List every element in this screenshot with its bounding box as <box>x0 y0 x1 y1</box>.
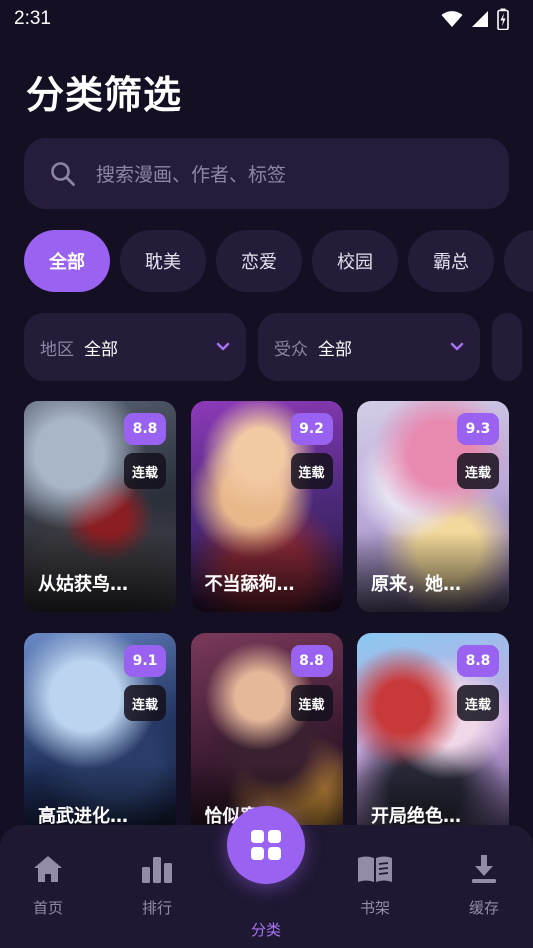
battery-charging-icon <box>497 8 509 30</box>
comic-title: 原来，她… <box>371 574 461 595</box>
audience-filter-dropdown[interactable]: 受众 全部 <box>258 313 480 381</box>
comic-card[interactable]: 9.2 连载 不当舔狗… <box>190 401 343 612</box>
nav-item-ranking[interactable]: 排行 <box>117 825 197 948</box>
bar-chart-icon <box>142 857 172 883</box>
nav-label: 书架 <box>359 899 390 917</box>
book-icon <box>358 856 392 882</box>
home-icon <box>34 856 62 882</box>
status-badge: 连载 <box>290 685 333 721</box>
comic-card[interactable]: 9.1 连载 高武进化… <box>24 633 176 844</box>
status-badge: 连载 <box>124 685 166 721</box>
nav-item-bookshelf[interactable]: 书架 <box>335 825 415 948</box>
filter-label: 受众 <box>274 339 308 360</box>
status-time: 2:31 <box>14 8 51 29</box>
category-chip-row: 全部 耽美 恋爱 校园 霸总 <box>24 230 533 292</box>
region-filter-dropdown[interactable]: 地区 全部 <box>24 313 246 381</box>
nav-label-category: 分类 <box>250 921 281 939</box>
nav-label: 首页 <box>32 899 63 917</box>
grid-icon <box>251 830 281 860</box>
rating-badge: 8.8 <box>290 645 333 677</box>
comic-grid: 8.8 连载 从姑获鸟… 9.2 连载 不当舔狗… 9.3 连载 原来，她… 9… <box>24 401 509 844</box>
filter-value: 全部 <box>84 339 118 360</box>
nav-item-home[interactable]: 首页 <box>8 825 88 948</box>
search-icon <box>51 161 75 186</box>
comic-card[interactable]: 9.3 连载 原来，她… <box>357 401 509 612</box>
rating-badge: 9.1 <box>124 645 166 677</box>
more-filter-dropdown[interactable] <box>492 313 522 381</box>
wifi-icon <box>441 11 463 27</box>
signal-icon <box>472 11 488 27</box>
download-icon <box>472 855 496 883</box>
status-icons <box>441 8 509 30</box>
page-title: 分类筛选 <box>26 73 183 117</box>
status-badge: 连载 <box>457 453 499 489</box>
chevron-down-icon <box>450 342 464 351</box>
chip-all[interactable]: 全部 <box>24 230 110 292</box>
filter-row: 地区 全部 受众 全部 <box>24 313 533 381</box>
rating-badge: 9.2 <box>290 413 333 445</box>
nav-item-cache[interactable]: 缓存 <box>444 825 524 948</box>
chip-campus[interactable]: 校园 <box>312 230 398 292</box>
filter-value: 全部 <box>318 339 352 360</box>
search-placeholder: 搜索漫画、作者、标签 <box>96 164 287 186</box>
nav-label: 排行 <box>141 899 172 917</box>
rating-badge: 9.3 <box>457 413 499 445</box>
comic-card[interactable]: 8.8 连载 从姑获鸟… <box>24 401 176 612</box>
chip-more[interactable] <box>504 230 533 292</box>
comic-title: 从姑获鸟… <box>38 574 128 595</box>
filter-label: 地区 <box>40 339 74 360</box>
rating-badge: 8.8 <box>457 645 499 677</box>
comic-title: 不当舔狗… <box>204 574 295 595</box>
rating-badge: 8.8 <box>124 413 166 445</box>
nav-item-category[interactable] <box>227 806 305 884</box>
chip-ceo[interactable]: 霸总 <box>408 230 494 292</box>
status-badge: 连载 <box>457 685 499 721</box>
comic-card[interactable]: 8.8 连载 开局绝色… <box>357 633 509 844</box>
chip-danmei[interactable]: 耽美 <box>120 230 206 292</box>
status-badge: 连载 <box>290 453 333 489</box>
chevron-down-icon <box>216 342 230 351</box>
status-badge: 连载 <box>124 453 166 489</box>
chip-romance[interactable]: 恋爱 <box>216 230 302 292</box>
nav-label: 缓存 <box>468 899 499 917</box>
search-input[interactable]: 搜索漫画、作者、标签 <box>24 138 509 209</box>
status-bar: 2:31 <box>0 0 533 38</box>
